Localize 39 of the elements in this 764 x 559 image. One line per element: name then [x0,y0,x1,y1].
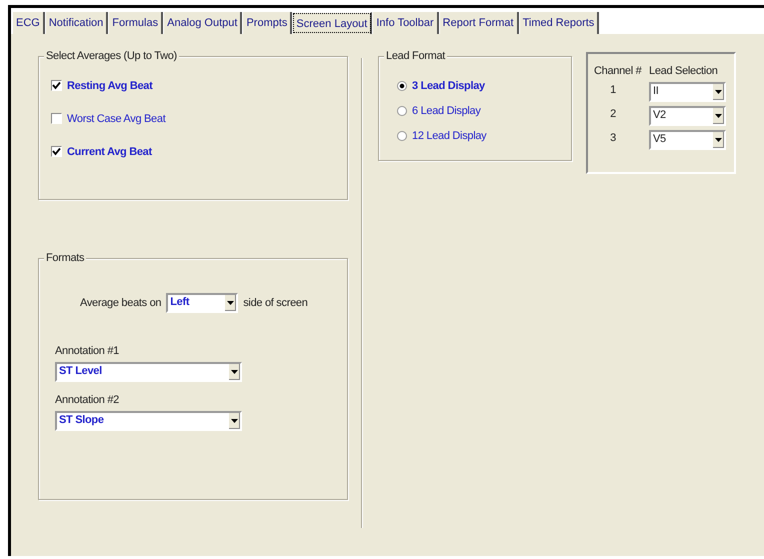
radio-option[interactable]: 6 Lead Display [397,103,571,118]
field-label: Average beats on [80,297,162,309]
tab[interactable]: Screen Layout [292,12,372,34]
tab[interactable]: Notification [44,12,108,34]
radio-button[interactable] [397,80,407,90]
radio-option[interactable]: 12 Lead Display [397,128,571,143]
channel-number: 1 [609,84,617,96]
tab[interactable]: Timed Reports [518,12,600,34]
lead-dropdown[interactable]: V2 [649,106,726,126]
lead-dropdown[interactable]: II [649,82,726,102]
column-header: Channel # [594,65,643,77]
radio-button[interactable] [397,106,407,116]
checkbox[interactable] [51,146,62,157]
channel-number: 2 [609,108,617,120]
checkbox-option[interactable]: Current Avg Beat [51,144,347,159]
tab[interactable]: Prompts [242,12,292,34]
group-title: Formats [44,252,86,264]
checkbox-option[interactable]: Resting Avg Beat [51,78,347,93]
tab[interactable]: Formulas [108,12,164,34]
lead-dropdown[interactable]: V5 [649,130,726,150]
group-title: Lead Format [384,50,448,62]
annotation-dropdown[interactable]: ST Slope [55,411,242,431]
column-header: Lead Selection [649,65,718,77]
checkbox-option[interactable]: Worst Case Avg Beat [51,111,347,126]
tab[interactable]: Analog Output [163,12,242,34]
annotation-dropdown[interactable]: ST Level [55,362,242,382]
side-dropdown[interactable]: Left [166,293,238,313]
radio-option[interactable]: 3 Lead Display [397,78,571,93]
field-label: Annotation #2 [55,394,120,406]
field-label: Annotation #1 [55,345,120,357]
radio-button[interactable] [397,130,407,140]
tab[interactable]: ECG [12,12,45,34]
group-title: Select Averages (Up to Two) [44,50,179,62]
checkbox[interactable] [51,113,62,124]
field-label: side of screen [243,297,308,309]
tab[interactable]: Report Format [438,12,519,34]
channel-number: 3 [609,132,617,144]
checkbox[interactable] [51,80,62,91]
tab[interactable]: Info Toolbar [372,12,439,34]
